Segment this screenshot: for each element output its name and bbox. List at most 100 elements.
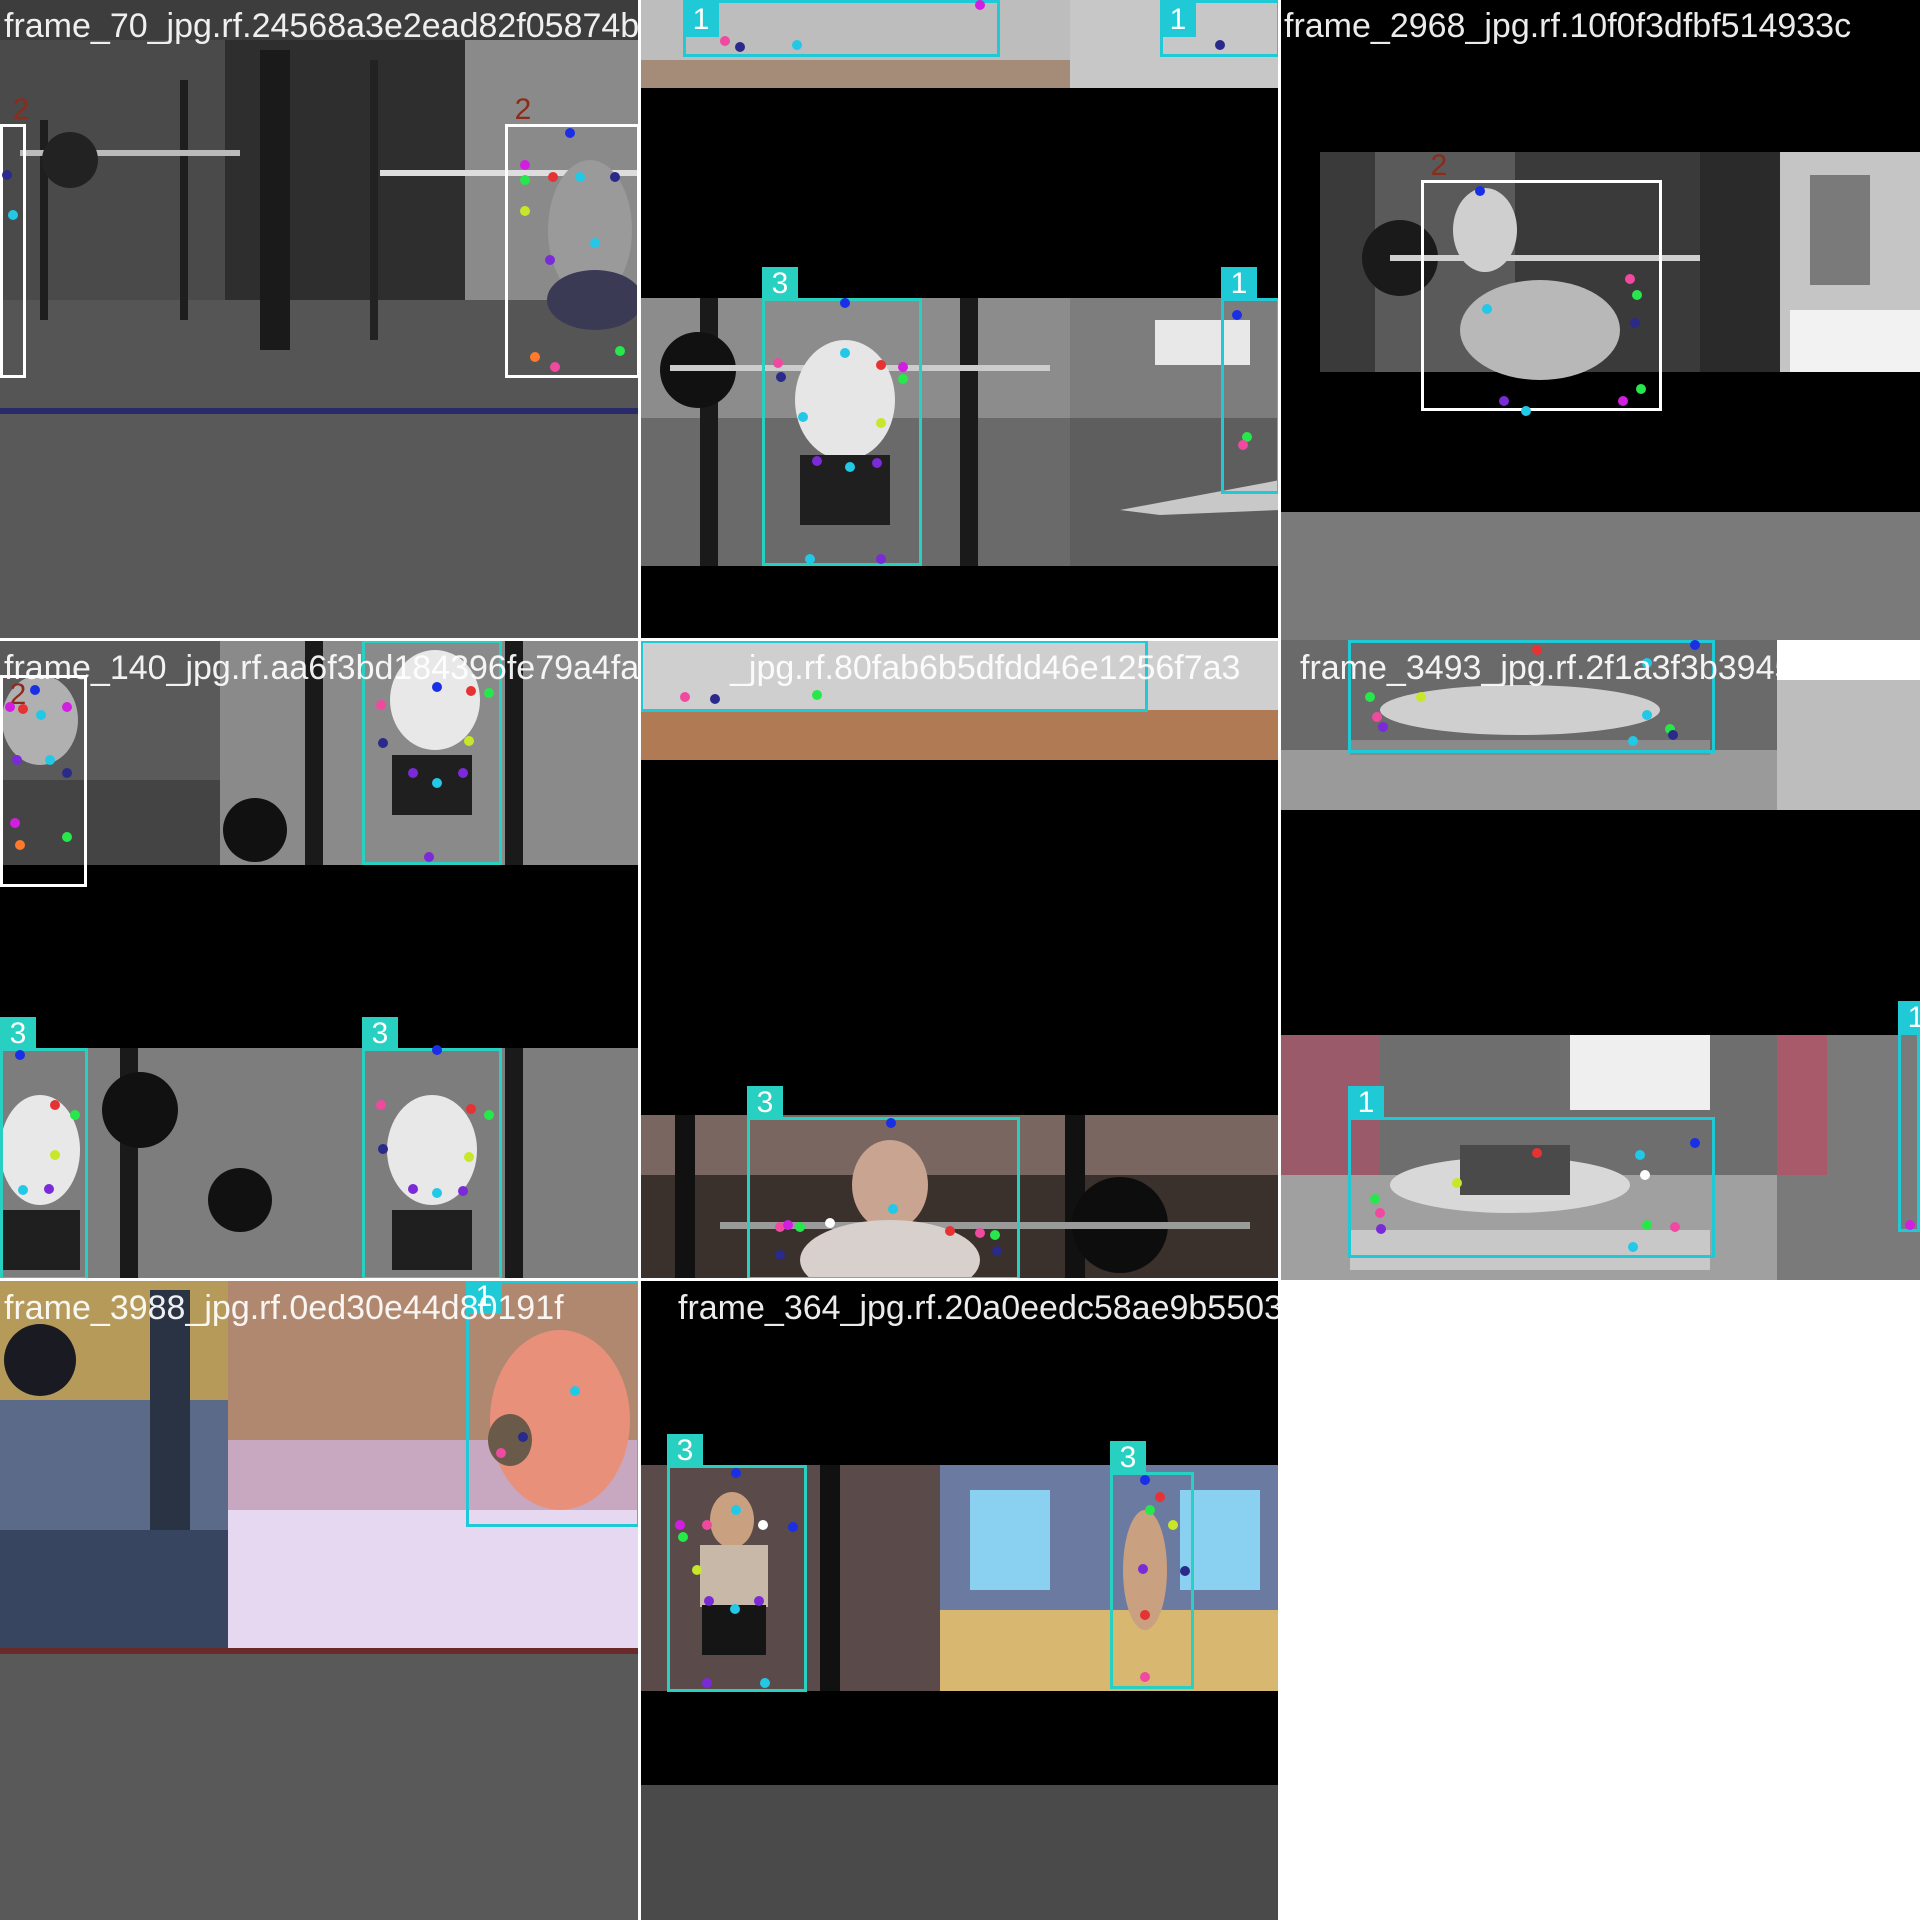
keypoint: [702, 1678, 712, 1688]
keypoint: [530, 352, 540, 362]
keypoint: [760, 1678, 770, 1688]
keypoint: [1155, 1492, 1165, 1502]
keypoint: [754, 1596, 764, 1606]
keypoint: [378, 738, 388, 748]
keypoint: [378, 1144, 388, 1154]
class-label: 2: [12, 93, 30, 126]
class-label: 1: [1898, 1001, 1920, 1035]
keypoint: [496, 1448, 506, 1458]
mosaic-tile-2: 1 1 3 1: [640, 0, 1280, 640]
keypoint: [45, 755, 55, 765]
mosaic-tile-9-empty: [1280, 1280, 1920, 1920]
mosaic-tile-8: frame_364_jpg.rf.20a0eedc58ae9b55034ac10…: [640, 1280, 1280, 1920]
keypoint: [775, 1250, 785, 1260]
class-label: 2: [1430, 149, 1448, 182]
keypoint: [876, 360, 886, 370]
keypoint: [680, 692, 690, 702]
keypoint: [1215, 40, 1225, 50]
image-filename: frame_140_jpg.rf.aa6f3bd184396fe79a4fa92…: [4, 649, 640, 687]
keypoint: [992, 1246, 1002, 1256]
pose-bbox: 3: [747, 1086, 1020, 1280]
class-label: 1: [1348, 1086, 1384, 1120]
keypoint: [1232, 310, 1242, 320]
grid-divider: [0, 1278, 1280, 1281]
keypoint: [1635, 1150, 1645, 1160]
keypoint: [792, 40, 802, 50]
keypoint: [376, 700, 386, 710]
keypoint: [520, 206, 530, 216]
class-label: 3: [762, 267, 798, 301]
pose-bbox: 3: [362, 1017, 502, 1280]
keypoint: [18, 704, 28, 714]
class-label: 3: [747, 1086, 783, 1120]
class-label: 2: [514, 93, 532, 126]
class-label: 1: [683, 3, 719, 37]
keypoint: [876, 554, 886, 564]
keypoint: [408, 768, 418, 778]
pose-bbox: 1: [683, 0, 1000, 57]
keypoint: [432, 778, 442, 788]
keypoint: [424, 852, 434, 862]
keypoint: [812, 690, 822, 700]
keypoint: [70, 1110, 80, 1120]
keypoint: [1138, 1564, 1148, 1574]
keypoint: [888, 1204, 898, 1214]
keypoint: [1452, 1178, 1462, 1188]
keypoint: [758, 1520, 768, 1530]
class-label: 1: [1221, 267, 1257, 301]
keypoint: [545, 255, 555, 265]
pose-bbox: 2: [1421, 149, 1662, 411]
keypoint: [783, 1220, 793, 1230]
keypoint: [36, 710, 46, 720]
keypoint: [548, 172, 558, 182]
class-label: 1: [1160, 3, 1196, 37]
gym-squat-scene: [0, 640, 640, 1280]
keypoint: [15, 1050, 25, 1060]
keypoint: [520, 160, 530, 170]
keypoint: [1632, 290, 1642, 300]
class-label: 3: [1110, 1441, 1146, 1475]
keypoint: [1475, 186, 1485, 196]
keypoint: [975, 0, 985, 10]
keypoint: [812, 456, 822, 466]
keypoint: [520, 175, 530, 185]
keypoint: [1140, 1672, 1150, 1682]
class-label: 3: [667, 1434, 703, 1468]
keypoint: [1668, 730, 1678, 740]
keypoint: [776, 372, 786, 382]
keypoint: [773, 358, 783, 368]
image-filename: frame_364_jpg.rf.20a0eedc58ae9b55034ac10: [678, 1289, 1280, 1327]
keypoint: [1238, 440, 1248, 450]
keypoint: [1372, 712, 1382, 722]
keypoint: [1625, 274, 1635, 284]
keypoint: [15, 840, 25, 850]
keypoint: [10, 818, 20, 828]
pose-bbox: 2: [0, 93, 29, 378]
keypoint: [678, 1532, 688, 1542]
grid-divider: [0, 638, 1280, 641]
keypoint: [12, 755, 22, 765]
keypoint: [788, 1522, 798, 1532]
keypoint: [1375, 1208, 1385, 1218]
keypoint: [1628, 1242, 1638, 1252]
image-filename: _jpg.rf.80fab6b5dfdd46e1256f7a3: [730, 649, 1241, 687]
keypoint: [1642, 1220, 1652, 1230]
keypoint: [1642, 710, 1652, 720]
keypoint: [805, 554, 815, 564]
pose-bbox: 1: [1348, 1086, 1715, 1258]
image-filename: frame_3988_jpg.rf.0ed30e44d80191f: [4, 1289, 564, 1327]
keypoint: [825, 1218, 835, 1228]
keypoint: [8, 210, 18, 220]
keypoint: [44, 1184, 54, 1194]
pose-bbox: 3: [762, 267, 922, 566]
class-label: 1: [1348, 640, 1384, 643]
keypoint: [704, 1596, 714, 1606]
keypoint: [731, 1468, 741, 1478]
keypoint: [1145, 1505, 1155, 1515]
keypoint: [518, 1432, 528, 1442]
keypoint: [795, 1222, 805, 1232]
keypoint: [1365, 692, 1375, 702]
keypoint: [432, 1188, 442, 1198]
mosaic-tile-3: frame_2968_jpg.rf.10f0f3dfbf514933c 2: [1280, 0, 1920, 640]
mosaic-tile-1: frame_70_jpg.rf.24568a3e2ead82f05874b576…: [0, 0, 640, 640]
